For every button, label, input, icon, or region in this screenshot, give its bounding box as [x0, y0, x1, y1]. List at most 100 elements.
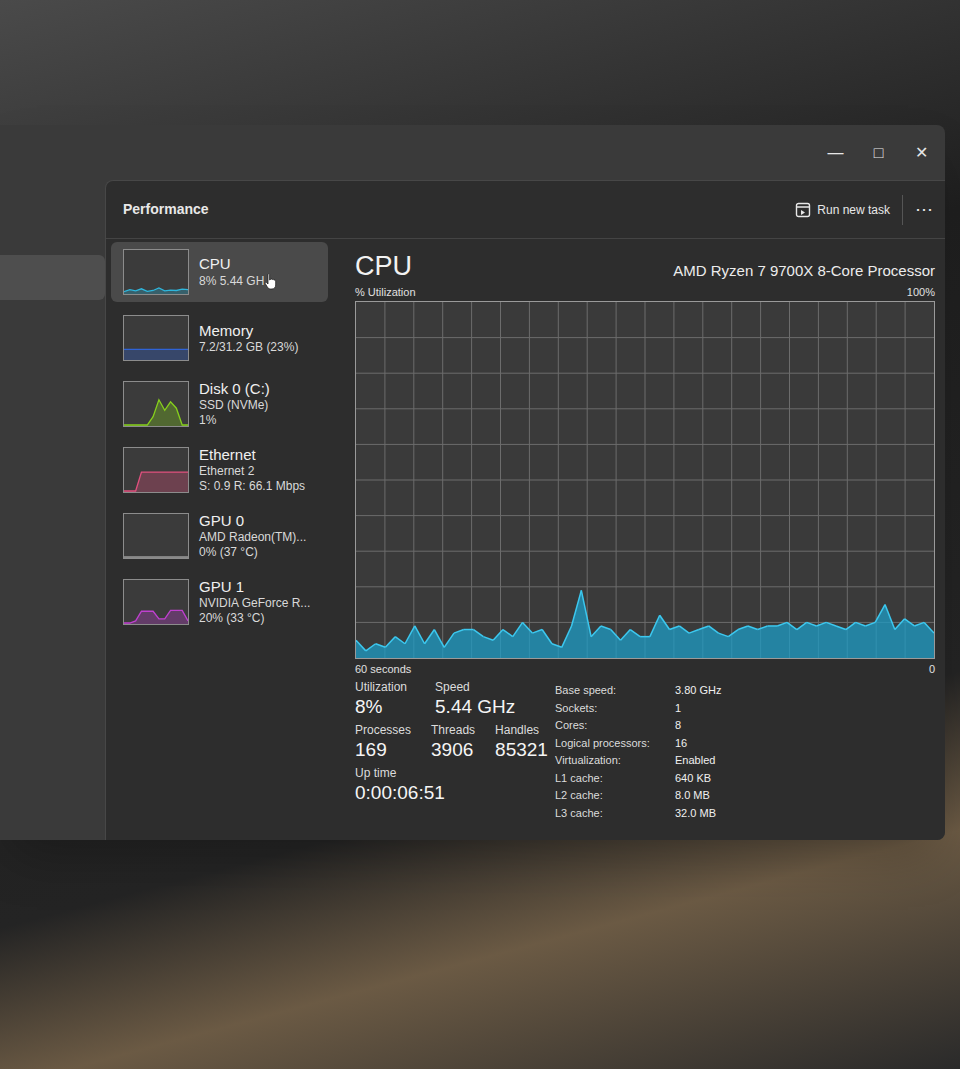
spec-value: 640 KB [675, 770, 721, 788]
resource-item[interactable]: CPU8% 5.44 GH [111, 242, 328, 302]
spec-value: 32.0 MB [675, 805, 721, 823]
spec-label: L3 cache: [555, 805, 667, 823]
resource-detail-row: 0% (37 °C) [199, 545, 306, 560]
stat-value: 5.44 GHz [435, 695, 515, 719]
run-new-task-button[interactable]: Run new task [783, 201, 902, 219]
resource-detail: 0% (37 °C) [199, 545, 258, 560]
spec-label: Sockets: [555, 700, 667, 718]
stats-row: Processes169 Threads3906 Handles85321 [355, 723, 555, 762]
resource-thumbnail [123, 381, 189, 427]
resource-detail-row: NVIDIA GeForce R... [199, 596, 310, 611]
maximize-button[interactable]: □ [857, 135, 900, 171]
stat: Threads3906 [431, 723, 475, 762]
resource-item[interactable]: EthernetEthernet 2S: 0.9 R: 66.1 Mbps [111, 440, 328, 500]
resource-thumbnail [123, 315, 189, 361]
resource-detail: 7.2/31.2 GB (23%) [199, 340, 298, 355]
spec-label: L1 cache: [555, 770, 667, 788]
resource-item[interactable]: GPU 1NVIDIA GeForce R...20% (33 °C) [111, 572, 328, 632]
resource-detail-row: S: 0.9 R: 66.1 Mbps [199, 479, 305, 494]
processor-name: AMD Ryzen 7 9700X 8-Core Processor [673, 260, 935, 283]
stat-label: Handles [495, 723, 548, 738]
resource-item[interactable]: Memory7.2/31.2 GB (23%) [111, 308, 328, 368]
stats-row: Up time0:00:06:51 [355, 766, 555, 805]
spec-label: Logical processors: [555, 735, 667, 753]
resource-thumbnail [123, 513, 189, 559]
spec-label: L2 cache: [555, 787, 667, 805]
close-button[interactable]: ✕ [900, 135, 943, 171]
panel-header: Performance Run new task ⋯ [106, 181, 945, 239]
cpu-utilization-chart [355, 301, 935, 659]
x-axis-label: 60 seconds [355, 662, 411, 676]
run-task-icon [795, 202, 811, 218]
stat-label: Utilization [355, 680, 407, 695]
y-axis-label: % Utilization [355, 285, 416, 299]
resource-label: Disk 0 (C:) [199, 380, 270, 398]
sparkline-chart [124, 514, 188, 558]
spec-table: Base speed:3.80 GHzSockets:1Cores:8Logic… [555, 680, 721, 822]
more-button[interactable]: ⋯ [903, 196, 945, 223]
detail-title: CPU [355, 249, 412, 283]
resource-detail-row: 8% 5.44 GH [199, 273, 277, 290]
title-bar: —□✕ [105, 125, 945, 180]
y-axis-max: 100% [907, 285, 935, 299]
panel-title: Performance [123, 199, 209, 220]
chart-axis-bottom: 60 seconds 0 [355, 662, 935, 676]
stat-label: Up time [355, 766, 445, 781]
run-new-task-label: Run new task [817, 201, 890, 219]
panel-body: CPU8% 5.44 GHMemory7.2/31.2 GB (23%)Disk… [106, 239, 945, 840]
resource-label: GPU 0 [199, 512, 306, 530]
stat: Speed5.44 GHz [435, 680, 515, 719]
spec-value: 3.80 GHz [675, 682, 721, 700]
stat: Up time0:00:06:51 [355, 766, 445, 805]
spec-value: 16 [675, 735, 721, 753]
stat: Processes169 [355, 723, 411, 762]
stat-label: Speed [435, 680, 515, 695]
header-actions: Run new task ⋯ [783, 181, 945, 238]
performance-panel: PerformanceRun new task⋯CPU8% 5.44 GHMem… [105, 180, 945, 840]
x-axis-end: 0 [929, 662, 935, 676]
resource-detail-row: 20% (33 °C) [199, 611, 310, 626]
resource-label: CPU [199, 255, 277, 273]
hand-cursor-icon [264, 273, 277, 290]
spec-value: 1 [675, 700, 721, 718]
resource-detail: NVIDIA GeForce R... [199, 596, 310, 611]
stats-row: Utilization8% Speed5.44 GHz [355, 680, 555, 719]
resource-detail: S: 0.9 R: 66.1 Mbps [199, 479, 305, 494]
sparkline-chart [124, 316, 188, 360]
resource-detail-row: SSD (NVMe) [199, 398, 270, 413]
stat: Handles85321 [495, 723, 548, 762]
resource-item[interactable]: GPU 0AMD Radeon(TM)...0% (37 °C) [111, 506, 328, 566]
stat-value: 8% [355, 695, 407, 719]
stat: Utilization8% [355, 680, 407, 719]
resource-item[interactable]: Disk 0 (C:)SSD (NVMe)1% [111, 374, 328, 434]
resource-thumbnail [123, 579, 189, 625]
spec-label: Virtualization: [555, 752, 667, 770]
header-divider [902, 195, 903, 225]
nav-item[interactable] [0, 255, 105, 300]
stats-area: Utilization8% Speed5.44 GHz Processes169 Th… [355, 680, 935, 822]
resource-detail: 8% 5.44 GH [199, 274, 264, 289]
resource-detail: 20% (33 °C) [199, 611, 265, 626]
spec-value: 8.0 MB [675, 787, 721, 805]
resource-detail: AMD Radeon(TM)... [199, 530, 306, 545]
detail-title-row: CPU AMD Ryzen 7 9700X 8-Core Processor [355, 249, 935, 283]
spec-label: Base speed: [555, 682, 667, 700]
resource-text: CPU8% 5.44 GH [199, 255, 277, 290]
resource-label: Ethernet [199, 446, 305, 464]
content-column: —□✕PerformanceRun new task⋯CPU8% 5.44 GH… [105, 125, 945, 840]
spec-value: Enabled [675, 752, 721, 770]
resource-text: EthernetEthernet 2S: 0.9 R: 66.1 Mbps [199, 446, 305, 494]
stat-value: 3906 [431, 738, 475, 762]
resource-list: CPU8% 5.44 GH Memory7.2/31.2 GB (23%) Disk… [106, 239, 328, 840]
resource-label: Memory [199, 322, 298, 340]
sparkline-chart [124, 448, 188, 492]
stat-value: 85321 [495, 738, 548, 762]
sparkline-chart [124, 250, 188, 294]
sparkline-chart [124, 382, 188, 426]
stat-label: Threads [431, 723, 475, 738]
spec-value: 8 [675, 717, 721, 735]
resource-detail: Ethernet 2 [199, 464, 254, 479]
resource-text: Disk 0 (C:)SSD (NVMe)1% [199, 380, 270, 428]
task-manager-window: —□✕PerformanceRun new task⋯CPU8% 5.44 GH… [0, 125, 945, 840]
minimize-button[interactable]: — [814, 135, 857, 171]
